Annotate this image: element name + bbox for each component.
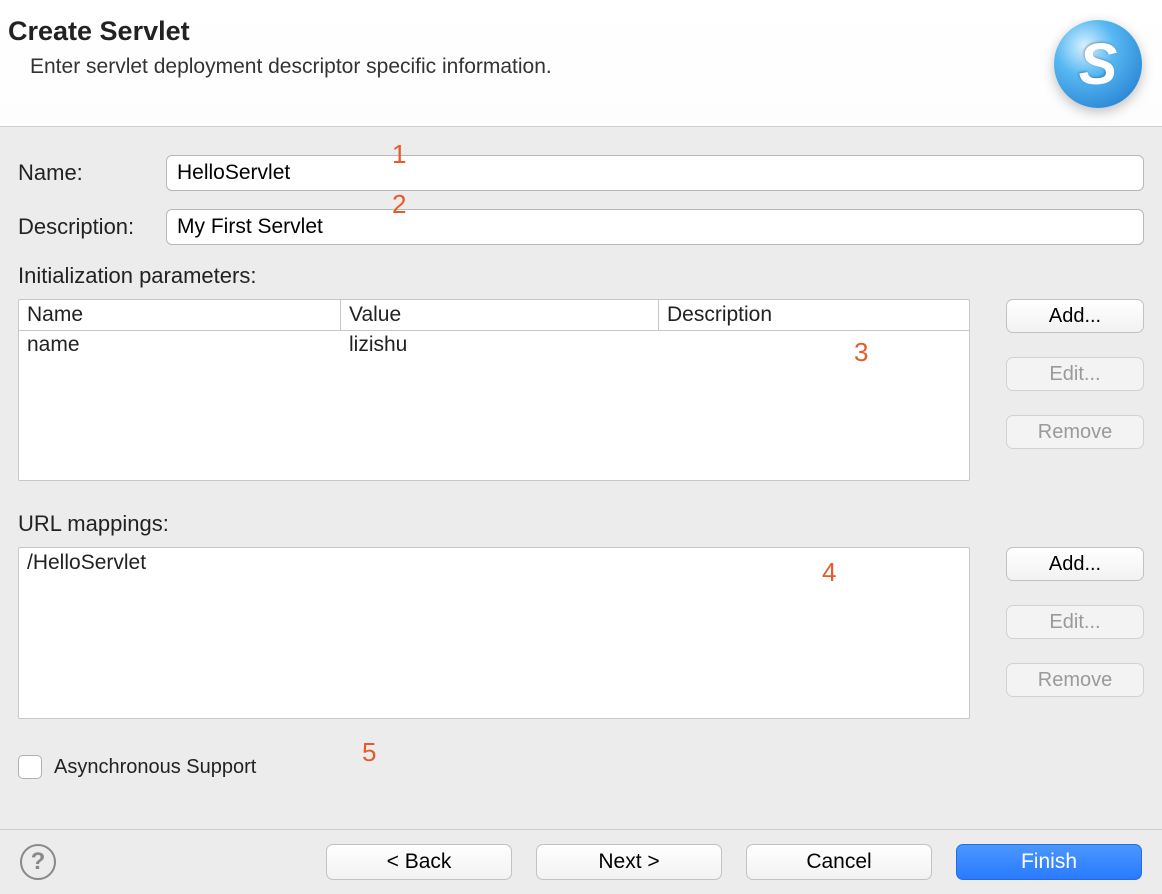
servlet-icon: S — [1054, 20, 1142, 108]
init-params-col-value: Value — [341, 300, 659, 330]
url-mappings-label: URL mappings: — [18, 511, 1144, 537]
url-mappings-edit-button: Edit... — [1006, 605, 1144, 639]
init-params-label: Initialization parameters: — [18, 263, 1144, 289]
url-mappings-add-button[interactable]: Add... — [1006, 547, 1144, 581]
servlet-icon-letter: S — [1079, 31, 1118, 98]
list-item[interactable]: /HelloServlet — [19, 548, 969, 578]
next-button[interactable]: Next > — [536, 844, 722, 880]
url-mappings-remove-button: Remove — [1006, 663, 1144, 697]
init-params-remove-button: Remove — [1006, 415, 1144, 449]
init-params-col-name: Name — [19, 300, 341, 330]
finish-button[interactable]: Finish — [956, 844, 1142, 880]
init-params-add-button[interactable]: Add... — [1006, 299, 1144, 333]
help-icon[interactable]: ? — [20, 844, 56, 880]
dialog-title: Create Servlet — [8, 16, 552, 47]
init-params-col-desc: Description — [659, 300, 969, 330]
cell-desc — [659, 331, 969, 359]
dialog-content: Name: Description: Initialization parame… — [0, 127, 1162, 829]
back-button[interactable]: < Back — [326, 844, 512, 880]
url-mappings-list[interactable]: /HelloServlet — [18, 547, 970, 719]
dialog-header: Create Servlet Enter servlet deployment … — [0, 0, 1162, 127]
description-label: Description: — [18, 214, 166, 240]
init-params-edit-button: Edit... — [1006, 357, 1144, 391]
cell-name: name — [19, 331, 341, 359]
cell-value: lizishu — [341, 331, 659, 359]
async-support-label: Asynchronous Support — [54, 756, 256, 779]
dialog-footer: ? < Back Next > Cancel Finish — [0, 829, 1162, 894]
description-input[interactable] — [166, 209, 1144, 245]
async-support-checkbox[interactable] — [18, 755, 42, 779]
name-input[interactable] — [166, 155, 1144, 191]
name-label: Name: — [18, 160, 166, 186]
init-params-table[interactable]: Name Value Description name lizishu — [18, 299, 970, 481]
table-row[interactable]: name lizishu — [19, 331, 969, 359]
cancel-button[interactable]: Cancel — [746, 844, 932, 880]
dialog-subtitle: Enter servlet deployment descriptor spec… — [30, 55, 552, 79]
